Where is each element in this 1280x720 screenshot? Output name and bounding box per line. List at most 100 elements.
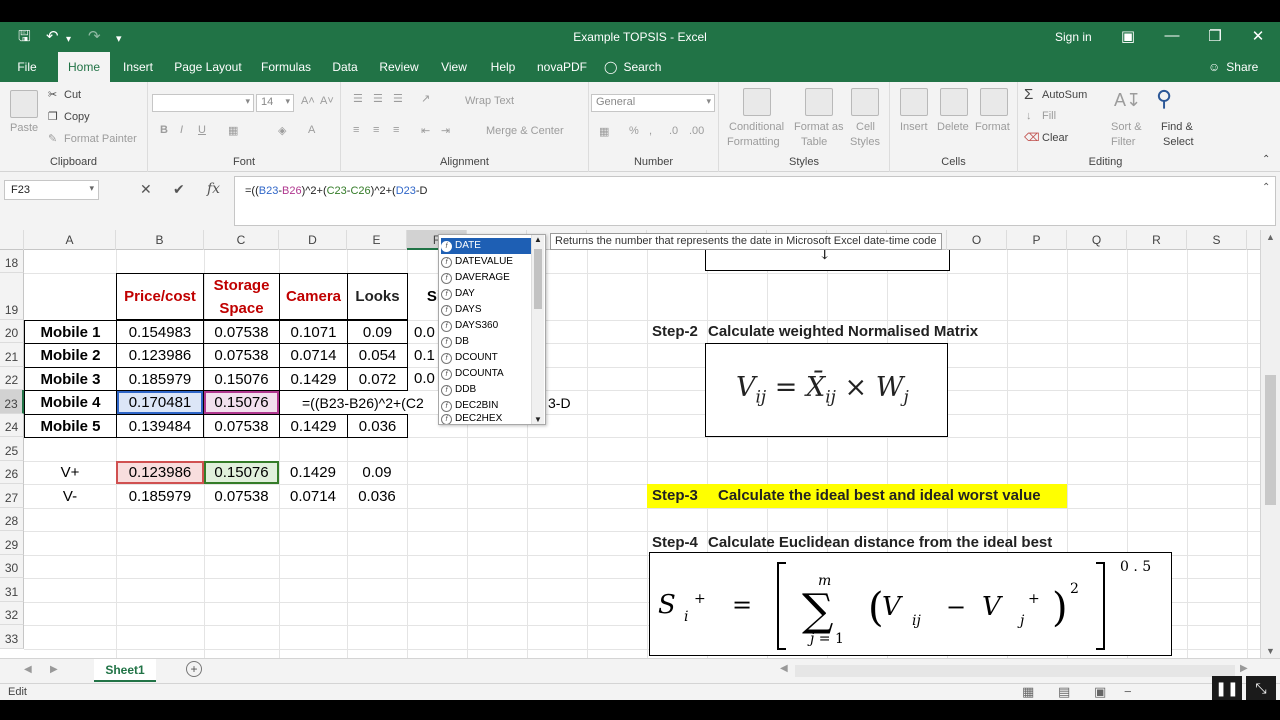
row-header[interactable]: 30: [0, 555, 24, 578]
horizontal-scrollbar[interactable]: [795, 665, 1235, 677]
cell-e24[interactable]: 0.036: [347, 414, 408, 438]
row-label-mobile-1[interactable]: Mobile 1: [24, 320, 117, 344]
cell-d24[interactable]: 0.1429: [279, 414, 348, 438]
sort-filter-sub[interactable]: Filter: [1111, 136, 1135, 148]
cell-c24[interactable]: 0.07538: [203, 414, 280, 438]
ribbon-display-options-icon[interactable]: ▣: [1118, 27, 1138, 45]
share-button[interactable]: ☺ Share: [1208, 52, 1264, 82]
row-label-mobile-2[interactable]: Mobile 2: [24, 343, 117, 368]
page-break-view-icon[interactable]: ▣: [1094, 684, 1106, 700]
autocomplete-item[interactable]: f DEC2BIN: [441, 398, 531, 414]
fullscreen-icon[interactable]: ⤡: [1246, 676, 1276, 700]
clear-button[interactable]: Clear: [1042, 132, 1068, 144]
header-storage-space[interactable]: Storage Space: [203, 273, 280, 320]
find-select-label[interactable]: Find &: [1161, 121, 1193, 133]
format-as-table-sub[interactable]: Table: [801, 136, 827, 148]
row-header[interactable]: 20: [0, 320, 24, 343]
sort-filter-icon[interactable]: A↧: [1114, 90, 1141, 111]
font-size-combo[interactable]: 14: [256, 94, 294, 112]
row-header[interactable]: 24: [0, 414, 24, 437]
cell-d21[interactable]: 0.0714: [279, 343, 348, 368]
vertical-scroll-thumb[interactable]: [1265, 375, 1276, 505]
column-header[interactable]: E: [347, 230, 407, 250]
restore-icon[interactable]: ❐: [1205, 27, 1225, 45]
scroll-down-icon[interactable]: ▼: [534, 415, 542, 424]
borders-icon[interactable]: ▦: [228, 124, 238, 137]
insert-cells-icon[interactable]: [900, 88, 928, 116]
italic-icon[interactable]: I: [180, 124, 183, 136]
fill-icon[interactable]: ↓: [1026, 110, 1032, 122]
row-header[interactable]: 18: [0, 250, 24, 273]
shrink-font-icon[interactable]: A˅: [320, 95, 334, 107]
cell-e27[interactable]: 0.036: [347, 484, 407, 508]
autocomplete-item[interactable]: f DCOUNT: [441, 350, 531, 366]
grow-font-icon[interactable]: A˄: [301, 95, 315, 107]
conditional-formatting-sub[interactable]: Formatting: [727, 136, 780, 148]
column-header[interactable]: R: [1127, 230, 1187, 250]
row-header[interactable]: 29: [0, 531, 24, 555]
autosum-icon[interactable]: Σ: [1024, 86, 1033, 103]
column-header[interactable]: D: [279, 230, 347, 250]
decrease-indent-icon[interactable]: ⇤: [421, 124, 430, 137]
tab-novapdf[interactable]: novaPDF: [532, 52, 592, 82]
autosum-button[interactable]: AutoSum: [1042, 89, 1087, 101]
row-header[interactable]: 19: [0, 273, 24, 320]
column-header[interactable]: S: [1187, 230, 1247, 250]
row-header[interactable]: 22: [0, 367, 24, 390]
worksheet-grid[interactable]: A B C D E F G H I J K L M N O P Q R S: [0, 230, 1280, 658]
column-header[interactable]: A: [24, 230, 116, 250]
autocomplete-item[interactable]: f DATE: [441, 238, 531, 254]
cell-c21[interactable]: 0.07538: [203, 343, 280, 368]
number-format-combo[interactable]: General: [591, 94, 715, 112]
autocomplete-item[interactable]: f DB: [441, 334, 531, 350]
sign-in-link[interactable]: Sign in: [1055, 30, 1092, 44]
tab-formulas[interactable]: Formulas: [256, 52, 316, 82]
row-header[interactable]: 23: [0, 390, 24, 414]
prev-sheet-icon[interactable]: ◀: [24, 664, 32, 675]
tab-help[interactable]: Help: [484, 52, 522, 82]
cell-b24[interactable]: 0.139484: [116, 414, 204, 438]
paste-button[interactable]: Paste: [10, 122, 38, 134]
tab-home[interactable]: Home: [58, 52, 110, 82]
fill-button[interactable]: Fill: [1042, 110, 1056, 122]
copy-button[interactable]: Copy: [64, 111, 90, 123]
row-header[interactable]: 21: [0, 343, 24, 367]
underline-icon[interactable]: U: [198, 124, 206, 136]
column-header[interactable]: C: [204, 230, 279, 250]
tab-page-layout[interactable]: Page Layout: [170, 52, 246, 82]
cell-c20[interactable]: 0.07538: [203, 320, 280, 344]
delete-cells-button[interactable]: Delete: [937, 121, 969, 133]
enter-icon[interactable]: ✔: [173, 181, 185, 198]
collapse-ribbon-icon[interactable]: ⌃: [1262, 154, 1270, 165]
header-looks[interactable]: Looks: [347, 273, 408, 320]
autocomplete-item[interactable]: f DAVERAGE: [441, 270, 531, 286]
close-icon[interactable]: ✕: [1248, 27, 1268, 45]
row-header[interactable]: 33: [0, 625, 24, 649]
align-bottom-icon[interactable]: ☰: [393, 92, 403, 105]
align-center-icon[interactable]: ≡: [373, 124, 379, 136]
cell-b27[interactable]: 0.185979: [116, 484, 204, 508]
format-as-table-label[interactable]: Format as: [794, 121, 844, 133]
orientation-icon[interactable]: ↗: [421, 92, 430, 105]
cell-d27[interactable]: 0.0714: [279, 484, 347, 508]
cell-b23-ref[interactable]: 0.170481: [116, 390, 204, 415]
cell-styles-sub[interactable]: Styles: [850, 136, 880, 148]
column-header[interactable]: B: [116, 230, 204, 250]
increase-indent-icon[interactable]: ⇥: [441, 124, 450, 137]
label-v-minus[interactable]: V-: [24, 484, 116, 508]
percent-icon[interactable]: %: [629, 125, 639, 137]
zoom-out-icon[interactable]: −: [1124, 684, 1132, 699]
header-camera[interactable]: Camera: [279, 273, 348, 320]
tab-review[interactable]: Review: [374, 52, 424, 82]
insert-cells-button[interactable]: Insert: [900, 121, 928, 133]
formula-input[interactable]: =((B23-B26)^2+(C23-C26)^2+(D23-D: [234, 176, 1276, 226]
autocomplete-item[interactable]: f DAYS: [441, 302, 531, 318]
scroll-up-icon[interactable]: ▲: [1266, 232, 1275, 242]
format-cells-button[interactable]: Format: [975, 121, 1010, 133]
new-sheet-icon[interactable]: +: [186, 661, 202, 677]
autocomplete-item[interactable]: f DAY: [441, 286, 531, 302]
clear-icon[interactable]: ⌫: [1024, 131, 1040, 144]
cell-c27[interactable]: 0.07538: [204, 484, 279, 508]
tell-me-search[interactable]: ◯ Search: [604, 52, 668, 82]
delete-cells-icon[interactable]: [940, 88, 968, 116]
